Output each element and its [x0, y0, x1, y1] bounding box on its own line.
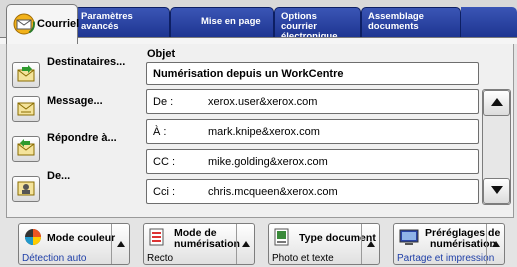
scan-mode-icon	[149, 228, 165, 249]
subject-field[interactable]: Numérisation depuis un WorkCentre	[146, 62, 479, 85]
repondre-button[interactable]	[12, 136, 40, 162]
address-row[interactable]: CC : mike.golding&xerox.com	[146, 149, 479, 174]
tab-courriel[interactable]: Courriel	[6, 4, 80, 44]
triangle-up-icon	[116, 238, 125, 250]
tab-label: Mise en page	[201, 16, 261, 27]
address-row[interactable]: À : mark.knipe&xerox.com	[146, 119, 479, 144]
address-type: Cci :	[153, 186, 175, 198]
address-email: mark.knipe&xerox.com	[208, 126, 320, 138]
feature-value: Recto	[147, 253, 174, 264]
subject-label: Objet	[147, 48, 176, 60]
tab-bar: Courriel Paramètres avancés Mise en page…	[0, 0, 517, 44]
address-type: À :	[153, 126, 167, 138]
triangle-down-icon	[490, 185, 503, 197]
tab-options-courrier[interactable]: Options courrier électronique	[274, 7, 361, 42]
scan-preset-icon	[399, 228, 419, 249]
address-type: CC :	[153, 156, 175, 168]
triangle-up-icon	[491, 238, 500, 250]
address-row[interactable]: Cci : chris.mcqueen&xerox.com	[146, 179, 479, 204]
address-row[interactable]: De : xerox.user&xerox.com	[146, 89, 479, 114]
destinataires-label: Destinataires...	[47, 56, 126, 68]
de-button[interactable]	[12, 176, 40, 202]
message-label: Message...	[47, 95, 103, 107]
feature-value: Partage et impression	[397, 253, 495, 264]
triangle-up-icon	[366, 238, 375, 250]
tab-parametres-avances[interactable]: Paramètres avancés	[74, 7, 170, 37]
color-wheel-icon	[24, 228, 42, 249]
triangle-up-icon	[490, 97, 503, 109]
type-document-button[interactable]: Type document Photo et texte	[268, 223, 380, 265]
tab-label: Courriel	[37, 18, 80, 30]
feature-title-line: numérisation	[174, 238, 240, 250]
address-email: xerox.user&xerox.com	[208, 96, 318, 108]
mode-numerisation-button[interactable]: Mode de numérisation Recto	[143, 223, 255, 265]
address-scrollbar[interactable]	[482, 89, 511, 205]
scroll-up-button[interactable]	[483, 90, 510, 116]
tab-mise-en-page[interactable]: Mise en page	[170, 7, 274, 37]
tab-assemblage-documents[interactable]: Assemblage documents	[361, 7, 461, 37]
document-type-icon	[274, 228, 290, 249]
tab-label-line: Options courrier	[281, 11, 317, 32]
repondre-label: Répondre à...	[47, 132, 117, 144]
feature-arrow-button[interactable]	[486, 224, 504, 264]
envelope-arrow-icon	[16, 64, 36, 86]
address-list: De : xerox.user&xerox.com À : mark.knipe…	[146, 89, 479, 205]
address-email: chris.mcqueen&xerox.com	[208, 186, 338, 198]
address-email: mike.golding&xerox.com	[208, 156, 328, 168]
tab-label-line: avancés	[81, 21, 119, 32]
sender-card-icon	[16, 179, 36, 200]
feature-arrow-button[interactable]	[361, 224, 379, 264]
feature-title: Mode couleur	[47, 232, 116, 244]
address-type: De :	[153, 96, 174, 108]
prereglages-numerisation-button[interactable]: Préréglages de numérisation Partage et i…	[393, 223, 505, 265]
scroll-down-button[interactable]	[483, 178, 510, 204]
destinataires-button[interactable]	[12, 62, 40, 88]
de-label: De...	[47, 170, 71, 182]
email-tab-icon	[13, 13, 35, 38]
feature-value: Photo et texte	[272, 253, 334, 264]
message-button[interactable]	[12, 96, 40, 122]
tab-label-line: documents	[368, 21, 419, 32]
mode-couleur-button[interactable]: Mode couleur Détection auto	[18, 223, 130, 265]
feature-value: Détection auto	[22, 253, 87, 264]
feature-arrow-button[interactable]	[236, 224, 254, 264]
reply-envelope-icon	[16, 138, 36, 160]
triangle-up-icon	[241, 238, 250, 250]
message-envelope-icon	[16, 99, 36, 120]
feature-arrow-button[interactable]	[111, 224, 129, 264]
tab-bar-filler	[461, 7, 517, 37]
